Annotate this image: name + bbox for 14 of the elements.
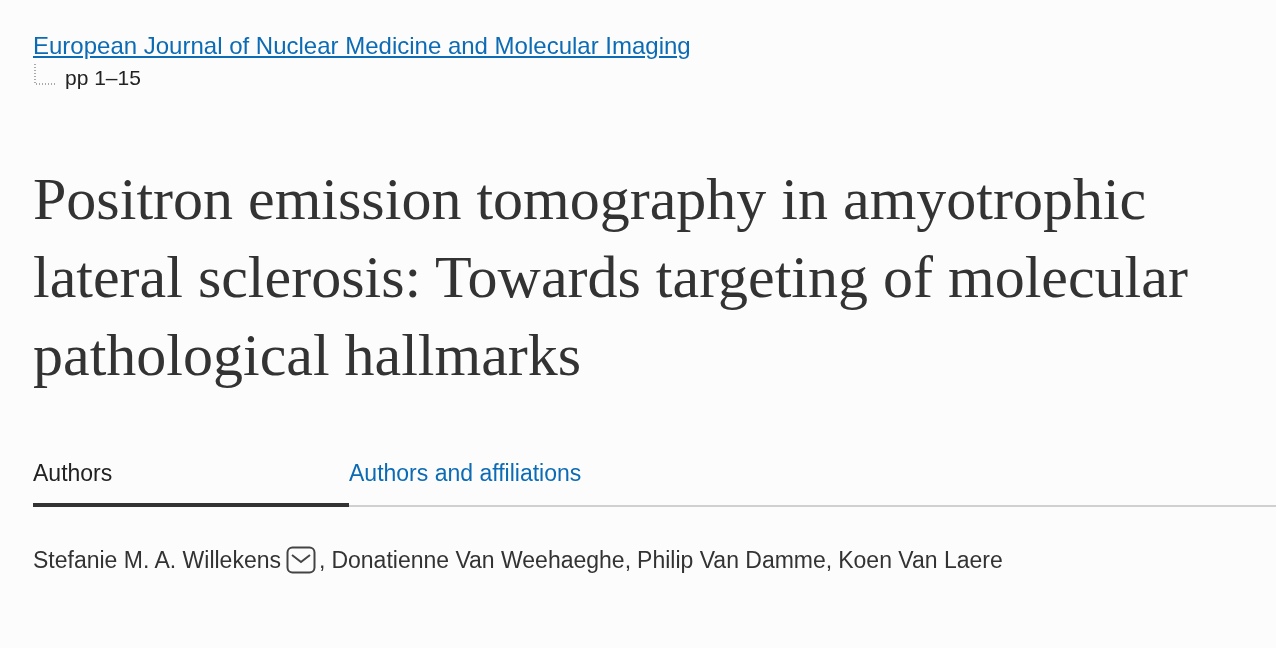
author-link[interactable]: Koen Van Laere <box>838 542 1003 577</box>
page-range: pp 1–15 <box>65 65 141 91</box>
tab[interactable]: Authors and affiliations <box>349 456 665 507</box>
journal-link[interactable]: European Journal of Nuclear Medicine and Molecular Imaging <box>33 32 691 59</box>
email-icon[interactable] <box>286 545 316 574</box>
author-link[interactable]: Stefanie M. A. Willekens <box>33 542 281 577</box>
author-link[interactable]: Donatienne Van Weehaeghe <box>331 542 625 577</box>
separator: , <box>825 545 833 575</box>
separator: , <box>319 545 326 575</box>
author-link[interactable]: Philip Van Damme <box>637 542 826 577</box>
tree-connector-icon <box>33 64 57 86</box>
tab[interactable]: Authors <box>33 456 349 507</box>
separator: , <box>624 545 632 575</box>
article-title: Positron emission tomography in amyotrophic lateral sclerosis: Towards targeting of molecular pathological hallmarks <box>33 165 1189 390</box>
